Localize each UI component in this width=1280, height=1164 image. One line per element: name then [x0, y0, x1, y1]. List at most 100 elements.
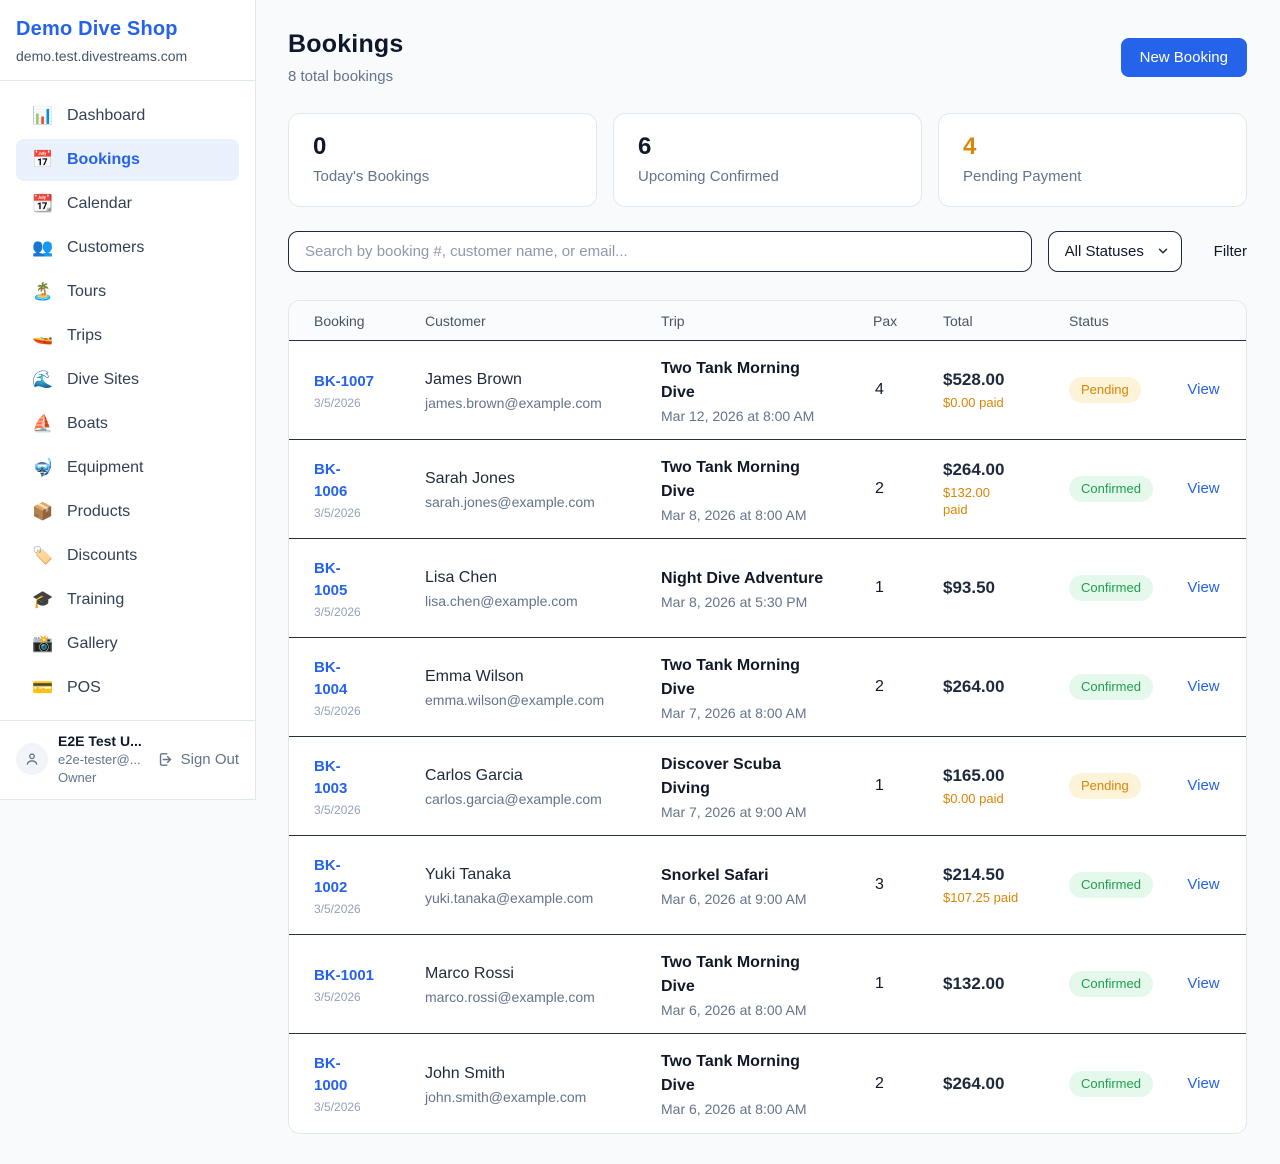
sidebar-item-bookings[interactable]: 📅 Bookings [16, 139, 239, 181]
booking-id-link[interactable]: BK- 1006 [314, 459, 347, 503]
sidebar-item-gallery[interactable]: 📸 Gallery [16, 623, 239, 665]
trip-name: Snorkel Safari [661, 864, 873, 888]
booking-date: 3/5/2026 [314, 902, 425, 916]
table-row: BK-1001 3/5/2026 Marco Rossi marco.rossi… [289, 935, 1246, 1034]
new-booking-button[interactable]: New Booking [1121, 38, 1247, 77]
customer-email: emma.wilson@example.com [425, 692, 661, 708]
paid-amount: $107.25 paid [943, 889, 1061, 906]
sidebar-item-equipment[interactable]: 🤿 Equipment [16, 447, 239, 489]
status-badge: Confirmed [1069, 971, 1153, 997]
column-header-booking: Booking [314, 313, 425, 329]
products-icon: 📦 [32, 500, 54, 524]
booking-date: 3/5/2026 [314, 605, 425, 619]
sidebar-item-label: Trips [67, 324, 102, 348]
booking-date: 3/5/2026 [314, 1100, 425, 1114]
total-amount: $165.00 [943, 766, 1061, 786]
customer-name: Lisa Chen [425, 567, 661, 589]
booking-id-link[interactable]: BK- 1003 [314, 756, 347, 800]
trip-datetime: Mar 8, 2026 at 8:00 AM [661, 507, 873, 523]
sidebar-nav: 📊 Dashboard 📅 Bookings 📆 Calendar 👥 Cust… [0, 81, 255, 720]
view-link[interactable]: View [1187, 678, 1219, 695]
customer-name: Sarah Jones [425, 468, 661, 490]
sign-out-icon [157, 751, 174, 768]
customer-email: james.brown@example.com [425, 395, 661, 411]
view-link[interactable]: View [1187, 381, 1219, 398]
status-filter-select[interactable]: All Statuses [1048, 231, 1182, 272]
view-link[interactable]: View [1187, 876, 1219, 893]
sidebar-item-label: Calendar [67, 192, 132, 216]
status-filter-wrap: All Statuses [1048, 231, 1182, 272]
trip-datetime: Mar 6, 2026 at 8:00 AM [661, 1002, 873, 1018]
pax-count: 2 [873, 1075, 943, 1093]
sidebar-item-customers[interactable]: 👥 Customers [16, 227, 239, 269]
sidebar-item-tours[interactable]: 🏝️ Tours [16, 271, 239, 313]
sidebar: Demo Dive Shop demo.test.divestreams.com… [0, 0, 256, 800]
booking-id-link[interactable]: BK-1001 [314, 965, 374, 987]
person-icon [24, 751, 40, 767]
filter-button[interactable]: Filter [1214, 243, 1247, 260]
shop-name: Demo Dive Shop [16, 18, 239, 41]
stat-value: 4 [963, 133, 1222, 161]
table-row: BK- 1006 3/5/2026 Sarah Jones sarah.jone… [289, 440, 1246, 539]
main-content: Bookings 8 total bookings New Booking 0 … [256, 0, 1280, 1164]
sidebar-item-training[interactable]: 🎓 Training [16, 579, 239, 621]
sidebar-item-trips[interactable]: 🚤 Trips [16, 315, 239, 357]
booking-id-link[interactable]: BK-1007 [314, 371, 374, 393]
sidebar-item-dashboard[interactable]: 📊 Dashboard [16, 95, 239, 137]
trip-datetime: Mar 6, 2026 at 8:00 AM [661, 1101, 873, 1117]
sidebar-item-dive-sites[interactable]: 🌊 Dive Sites [16, 359, 239, 401]
customer-name: Emma Wilson [425, 666, 661, 688]
status-badge: Confirmed [1069, 872, 1153, 898]
view-link[interactable]: View [1187, 777, 1219, 794]
booking-date: 3/5/2026 [314, 704, 425, 718]
booking-date: 3/5/2026 [314, 506, 425, 520]
trip-datetime: Mar 8, 2026 at 5:30 PM [661, 594, 873, 610]
booking-id-link[interactable]: BK- 1000 [314, 1053, 347, 1097]
trips-icon: 🚤 [32, 324, 54, 348]
pax-count: 3 [873, 876, 943, 894]
sidebar-item-label: Gallery [67, 632, 118, 656]
table-row: BK- 1005 3/5/2026 Lisa Chen lisa.chen@ex… [289, 539, 1246, 638]
page-title: Bookings [288, 30, 404, 59]
booking-id-link[interactable]: BK- 1005 [314, 558, 347, 602]
stats-cards: 0 Today's Bookings 6 Upcoming Confirmed … [288, 113, 1247, 207]
pos-icon: 💳 [32, 676, 54, 700]
dashboard-icon: 📊 [32, 104, 54, 128]
table-row: BK- 1002 3/5/2026 Yuki Tanaka yuki.tanak… [289, 836, 1246, 935]
sign-out-button[interactable]: Sign Out [157, 751, 239, 768]
booking-id-link[interactable]: BK- 1002 [314, 855, 347, 899]
sidebar-item-products[interactable]: 📦 Products [16, 491, 239, 533]
customer-name: James Brown [425, 369, 661, 391]
view-link[interactable]: View [1187, 579, 1219, 596]
customer-email: sarah.jones@example.com [425, 494, 661, 510]
brand-header: Demo Dive Shop demo.test.divestreams.com [0, 0, 255, 81]
trip-name: Two Tank Morning Dive [661, 1050, 873, 1098]
table-header-row: Booking Customer Trip Pax Total Status [289, 301, 1246, 341]
sidebar-item-discounts[interactable]: 🏷️ Discounts [16, 535, 239, 577]
bookings-table: Booking Customer Trip Pax Total Status B… [288, 300, 1247, 1134]
view-link[interactable]: View [1187, 480, 1219, 497]
trip-datetime: Mar 7, 2026 at 8:00 AM [661, 705, 873, 721]
view-link[interactable]: View [1187, 1075, 1219, 1092]
status-badge: Pending [1069, 773, 1141, 799]
stat-label: Today's Bookings [313, 168, 572, 185]
view-link[interactable]: View [1187, 975, 1219, 992]
sidebar-item-label: Training [67, 588, 124, 612]
paid-amount: $0.00 paid [943, 394, 1061, 411]
sidebar-item-pos[interactable]: 💳 POS [16, 667, 239, 709]
sidebar-item-label: Products [67, 500, 130, 524]
booking-id-link[interactable]: BK- 1004 [314, 657, 347, 701]
column-header-status: Status [1061, 313, 1185, 329]
paid-amount: $132.00 paid [943, 484, 1061, 518]
status-badge: Confirmed [1069, 1071, 1153, 1097]
calendar-icon: 📆 [32, 192, 54, 216]
pax-count: 2 [873, 480, 943, 498]
filter-bar: All Statuses Filter [288, 231, 1247, 272]
trip-datetime: Mar 6, 2026 at 9:00 AM [661, 891, 873, 907]
sidebar-item-calendar[interactable]: 📆 Calendar [16, 183, 239, 225]
stat-value: 6 [638, 133, 897, 161]
pax-count: 1 [873, 777, 943, 795]
sidebar-item-boats[interactable]: ⛵ Boats [16, 403, 239, 445]
status-badge: Confirmed [1069, 674, 1153, 700]
search-input[interactable] [288, 231, 1032, 272]
